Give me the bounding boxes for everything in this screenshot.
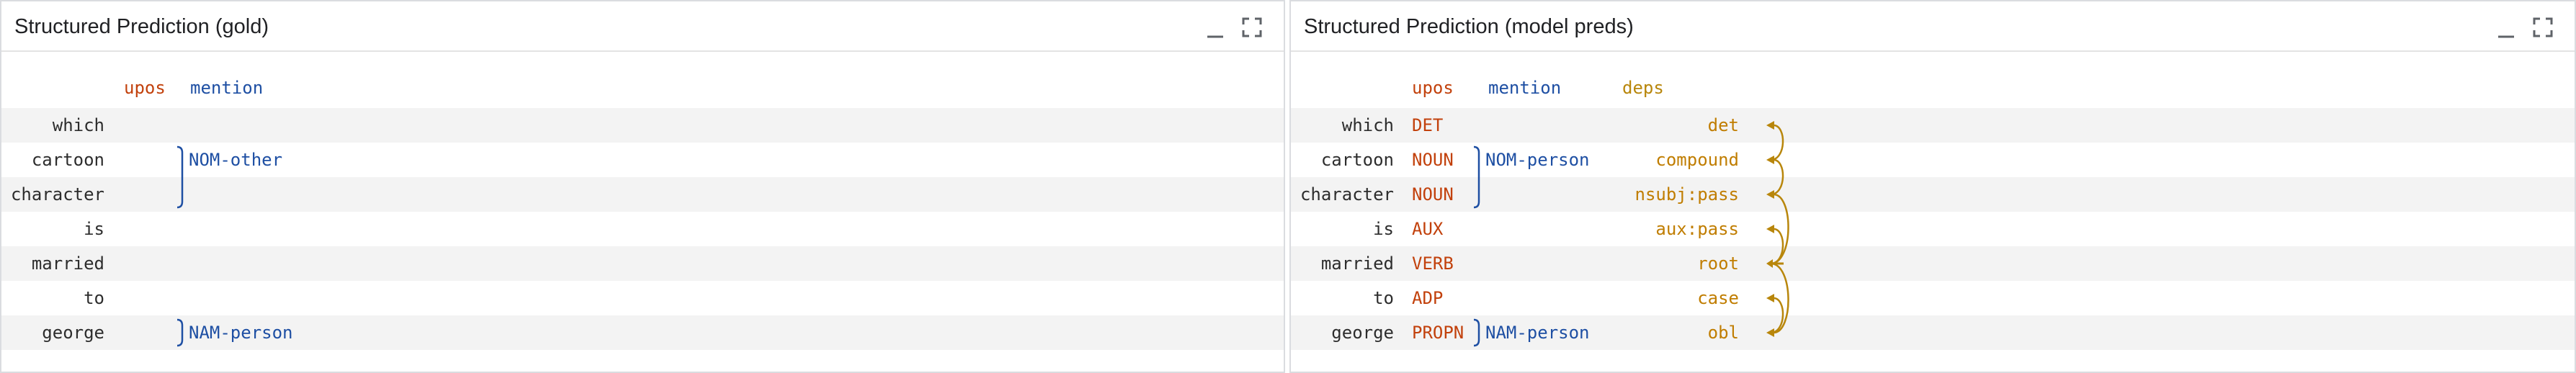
token-row: which [1,108,1284,143]
token-text: character [10,184,104,205]
deps-column-header: deps [1622,78,1664,98]
token-row: cartoon NOUN compound [1291,143,2575,177]
token-text: to [84,288,104,308]
minimize-icon [2498,35,2514,38]
minimize-button[interactable] [2491,13,2520,42]
mention-column-header: mention [1488,78,1562,98]
mention-label: NAM-person [189,323,293,343]
mention-label: NOM-other [189,150,283,170]
mention-column-header: mention [190,78,264,98]
dep-label: case [1697,288,1739,308]
fullscreen-button[interactable] [2528,13,2557,42]
dep-label: aux:pass [1655,219,1739,239]
token-text: married [31,253,104,274]
mention-label: NOM-person [1485,150,1590,170]
dep-label: det [1707,115,1739,135]
upos-column-header: upos [1412,78,1454,98]
dep-label: nsubj:pass [1634,184,1740,205]
minimize-button[interactable] [1200,13,1229,42]
gold-table: upos mention which cartoon character is marr… [1,52,1284,372]
minimize-icon [1207,35,1223,38]
panel-title: Structured Prediction (model preds) [1304,15,1634,38]
pred-table: upos mention deps which DET det cartoon NOUN… [1291,52,2575,372]
token-row: married VERB root [1291,246,2575,281]
token-row: character [1,177,1284,212]
panel-model-preds: Structured Prediction (model preds) upos… [1289,0,2576,373]
token-row: married [1,246,1284,281]
token-text: which [52,115,104,135]
panel-header: Structured Prediction (model preds) [1291,1,2575,52]
panel-header: Structured Prediction (gold) [1,1,1284,52]
dep-label: root [1697,253,1739,274]
token-row: is AUX aux:pass [1291,212,2575,246]
fullscreen-icon [2533,17,2553,37]
token-text: george [42,323,104,343]
token-row: character NOUN nsubj:pass [1291,177,2575,212]
token-row: to ADP case [1291,281,2575,315]
upos-column-header: upos [124,78,166,98]
token-row: george PROPN obl [1291,315,2575,350]
token-row: is [1,212,1284,246]
panel-gold: Structured Prediction (gold) upos mentio… [0,0,1285,373]
mention-label: NAM-person [1485,323,1590,343]
fullscreen-icon [1242,17,1262,37]
token-row: to [1,281,1284,315]
token-text: cartoon [31,150,104,170]
token-row: which DET det [1291,108,2575,143]
fullscreen-button[interactable] [1238,13,1266,42]
token-text: is [84,219,104,239]
panel-title: Structured Prediction (gold) [14,15,269,38]
